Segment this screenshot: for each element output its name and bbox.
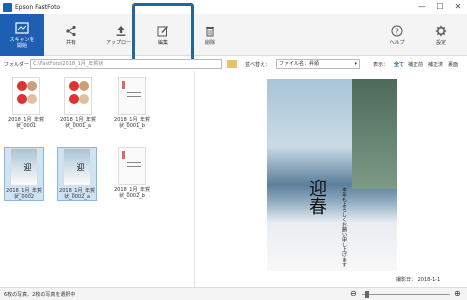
- thumbnail-item[interactable]: 2018_1月_年賀状_0001: [6, 77, 46, 129]
- edit-highlight-box: [132, 3, 194, 65]
- sort-label: 並べ替え：: [245, 61, 271, 68]
- scanner-icon: [15, 21, 29, 34]
- delete-button[interactable]: 削除: [196, 14, 224, 56]
- thumbnail-image: [12, 77, 40, 115]
- sort-dropdown[interactable]: ファイル名：昇順 ▾: [276, 59, 360, 69]
- zoom-in-icon[interactable]: ⊕: [454, 289, 461, 298]
- status-bar: 6枚の写真、2枚の写真を選択中 ⊖ ⊕: [0, 287, 467, 300]
- thumbnail-image: 迎: [10, 148, 38, 186]
- maximize-button[interactable]: ☐: [431, 0, 449, 14]
- sort-value: ファイル名：昇順: [279, 61, 320, 67]
- help-button[interactable]: ? ヘルプ: [383, 14, 411, 56]
- delete-label: 削除: [204, 39, 215, 46]
- thumbnail-image: [118, 147, 146, 185]
- thumbnail-item-selected[interactable]: 迎 2018_1月_年賀状_0002: [4, 147, 44, 201]
- thumbnail-caption: 2018_1月_年賀状_0001_b: [114, 117, 150, 129]
- thumbnail-item[interactable]: 2018_1月_年賀状_0002_b: [112, 147, 152, 199]
- status-text: 6枚の写真、2枚の写真を選択中: [4, 292, 76, 298]
- thumbnail-caption: 2018_1月_年賀状_0002_b: [114, 187, 150, 199]
- settings-label: 設定: [435, 39, 446, 46]
- folder-path-field[interactable]: C:\FastFoto\2018_1月_年賀状: [30, 59, 222, 69]
- card-sub-text: 本年もよろしくお願い申し上げます: [341, 187, 347, 267]
- view-option-before[interactable]: 補正前: [408, 61, 423, 68]
- thumbnail-item[interactable]: 2018_1月_年賀状_0001_a: [58, 77, 98, 129]
- zoom-out-icon[interactable]: ⊖: [350, 289, 357, 298]
- thumbnail-item-selected[interactable]: 迎 2018_1月_年賀状_0002_a: [57, 147, 97, 201]
- svg-text:?: ?: [395, 27, 399, 35]
- view-label: 表示：: [373, 61, 389, 68]
- toolbar: スキャンを開始 共有 アップロード 編集 削除 ? ヘルプ 設定: [0, 14, 467, 56]
- app-logo-icon: [3, 2, 12, 12]
- photo-preview: 迎春 本年もよろしくお願い申し上げます 撮影日： 2018-1-1: [194, 71, 467, 287]
- thumbnail-image: [64, 77, 92, 115]
- close-button[interactable]: ✕: [449, 0, 467, 14]
- scan-button[interactable]: スキャンを開始: [0, 14, 44, 56]
- preview-image: 迎春 本年もよろしくお願い申し上げます: [267, 79, 397, 271]
- thumbnail-image: 迎: [63, 148, 91, 186]
- upload-icon: [116, 25, 126, 36]
- trash-icon: [206, 26, 214, 36]
- path-bar: フォルダー： C:\FastFoto\2018_1月_年賀状 並べ替え： ファイ…: [0, 57, 467, 71]
- thumbnail-caption: 2018_1月_年賀状_0002: [6, 188, 42, 200]
- thumbnail-item[interactable]: 2018_1月_年賀状_0001_b: [112, 77, 152, 129]
- title-bar: Epson FastFoto — ☐ ✕: [0, 0, 467, 14]
- app-title: Epson FastFoto: [15, 3, 61, 11]
- card-main-text: 迎春: [306, 179, 327, 215]
- window-controls: — ☐ ✕: [413, 0, 467, 14]
- share-label: 共有: [65, 39, 76, 46]
- minimize-button[interactable]: —: [413, 0, 431, 14]
- thumbnail-caption: 2018_1月_年賀状_0001_a: [60, 117, 96, 129]
- thumbnail-caption: 2018_1月_年賀状_0002_a: [59, 188, 95, 200]
- zoom-slider[interactable]: [362, 294, 450, 295]
- view-option-all[interactable]: 全て: [394, 61, 404, 68]
- view-option-after[interactable]: 補正済: [428, 61, 443, 68]
- thumbnail-image: [118, 77, 146, 115]
- zoom-slider-handle[interactable]: [365, 291, 369, 298]
- help-icon: ?: [391, 25, 403, 36]
- chevron-down-icon: ▾: [354, 61, 357, 67]
- scan-label: スキャンを開始: [9, 36, 35, 49]
- thumbnail-caption: 2018_1月_年賀状_0001: [8, 117, 44, 129]
- share-button[interactable]: 共有: [56, 14, 86, 56]
- help-label: ヘルプ: [389, 39, 405, 46]
- share-icon: [66, 25, 76, 36]
- thumbnail-grid: 2018_1月_年賀状_0001 2018_1月_年賀状_0001_a 2018…: [0, 71, 192, 287]
- folder-icon[interactable]: [227, 60, 237, 68]
- view-option-back[interactable]: 裏面: [448, 61, 458, 68]
- settings-button[interactable]: 設定: [426, 14, 456, 56]
- shoot-date: 撮影日： 2018-1-1: [396, 277, 441, 283]
- gear-icon: [435, 25, 447, 36]
